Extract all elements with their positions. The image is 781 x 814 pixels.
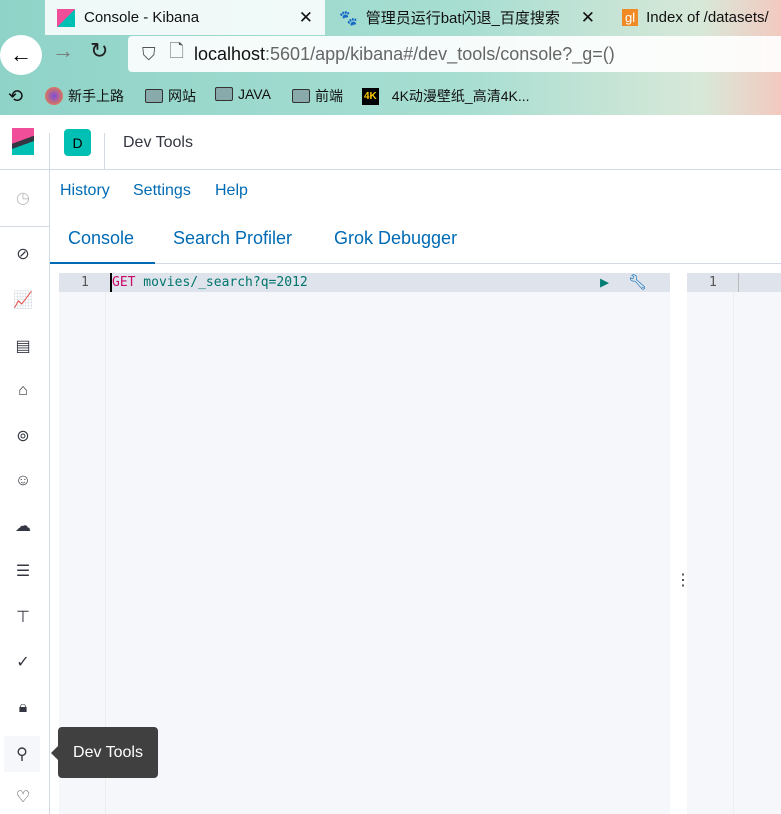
dev-tools-tabs: Console Search Profiler Grok Debugger bbox=[50, 215, 781, 264]
tab-title: Console - Kibana bbox=[84, 9, 200, 26]
dashboard-icon[interactable]: ▤ bbox=[12, 335, 34, 357]
output-gutter bbox=[687, 273, 734, 814]
active-line: 1 GET movies/_search?q=2012 ▶ 🔧︎ bbox=[59, 273, 670, 292]
output-active-line: 1 bbox=[687, 273, 781, 292]
canvas-icon[interactable]: ⌂ bbox=[12, 380, 34, 402]
browser-tab-index[interactable]: gl Index of /datasets/ bbox=[610, 0, 781, 35]
bookmark-label: 新手上路 bbox=[68, 88, 124, 104]
bookmark[interactable]: 新手上路 bbox=[45, 86, 124, 106]
bookmark[interactable]: JAVA bbox=[215, 86, 271, 102]
logs-icon[interactable]: ☰ bbox=[12, 560, 34, 582]
browser-tab-kibana[interactable]: Console - Kibana ✕ bbox=[45, 0, 325, 35]
tab-title: Index of /datasets/ bbox=[646, 9, 769, 26]
request-path: movies/_search?q=2012 bbox=[135, 275, 308, 290]
tab-console[interactable]: Console bbox=[68, 228, 134, 249]
history-icon[interactable]: ⟲ bbox=[8, 86, 23, 107]
dev-tools-wrench-icon[interactable]: ⚲ bbox=[4, 736, 40, 772]
side-nav: ◷ ⊘ 📈 ▤ ⌂ ⊚ ☺ ☁ ☰ ⊤ ✓ 🔒︎ ⚲ ♡ bbox=[0, 170, 50, 814]
bookmark-label: 前端 bbox=[315, 88, 343, 104]
browser-tab-baidu[interactable]: 🐾 管理员运行bat闪退_百度搜索 ✕ bbox=[327, 0, 607, 35]
firefox-icon bbox=[45, 87, 63, 105]
http-method: GET bbox=[112, 275, 136, 290]
wrench-settings-icon[interactable]: 🔧︎ bbox=[628, 273, 647, 292]
bookmark[interactable]: 4K 4K动漫壁纸_高清4K... bbox=[362, 86, 530, 106]
folder-icon bbox=[215, 87, 233, 101]
bookmark[interactable]: 前端 bbox=[292, 86, 343, 106]
line-number: 1 bbox=[81, 275, 89, 290]
maps-icon[interactable]: ⊚ bbox=[12, 425, 34, 447]
request-editor[interactable] bbox=[106, 273, 670, 814]
monitoring-heart-icon[interactable]: ♡ bbox=[12, 786, 34, 808]
4k-icon: 4K bbox=[362, 87, 379, 105]
tab-grok-debugger[interactable]: Grok Debugger bbox=[334, 228, 457, 249]
shield-icon: ⛉ bbox=[142, 43, 156, 64]
address-bar[interactable]: ⛉ 🗋 localhost:5601/app/kibana#/dev_tools… bbox=[128, 36, 781, 72]
bookmark-label: 网站 bbox=[168, 88, 196, 104]
tab-search-profiler[interactable]: Search Profiler bbox=[173, 228, 292, 249]
kibana-header: D Dev Tools bbox=[0, 115, 781, 170]
space-badge[interactable]: D bbox=[64, 129, 91, 156]
response-output bbox=[734, 273, 781, 814]
send-request-play-icon[interactable]: ▶ bbox=[600, 273, 609, 292]
recent-clock-icon[interactable]: ◷ bbox=[12, 187, 34, 209]
kibana-logo[interactable] bbox=[12, 128, 34, 155]
folder-icon bbox=[145, 89, 163, 103]
reload-button[interactable]: ↻ bbox=[90, 38, 108, 64]
kibana-favicon bbox=[57, 8, 75, 27]
gl-favicon: gl bbox=[622, 9, 639, 26]
uptime-icon[interactable]: ✓ bbox=[12, 651, 34, 673]
dev-tools-tooltip: Dev Tools bbox=[51, 727, 158, 778]
breadcrumb-title: Dev Tools bbox=[123, 134, 193, 151]
apm-icon[interactable]: ⊤ bbox=[12, 606, 34, 628]
folder-icon bbox=[292, 89, 310, 103]
ml-icon[interactable]: ☺ bbox=[12, 470, 34, 492]
page-icon: 🗋 bbox=[169, 41, 184, 61]
visualize-icon[interactable]: 📈 bbox=[12, 289, 34, 311]
url-host: localhost bbox=[193, 43, 266, 64]
bookmark[interactable]: 网站 bbox=[145, 86, 196, 106]
history-link[interactable]: History bbox=[60, 182, 110, 200]
help-link[interactable]: Help bbox=[215, 182, 248, 200]
infrastructure-icon[interactable]: ☁ bbox=[12, 515, 34, 537]
forward-button[interactable]: → bbox=[52, 38, 74, 64]
url-path: :5601/app/kibana#/dev_tools/console?_g=(… bbox=[265, 43, 615, 64]
settings-link[interactable]: Settings bbox=[133, 182, 191, 200]
close-tab-icon[interactable]: ✕ bbox=[581, 8, 595, 28]
back-button[interactable]: ← bbox=[0, 35, 42, 75]
baidu-favicon: 🐾 bbox=[339, 9, 358, 27]
line-number: 1 bbox=[709, 275, 717, 290]
tab-title: 管理员运行bat闪退_百度搜索 bbox=[365, 10, 560, 27]
discover-compass-icon[interactable]: ⊘ bbox=[12, 243, 34, 265]
bookmark-label: 4K动漫壁纸_高清4K... bbox=[391, 88, 530, 104]
browser-chrome: Console - Kibana ✕ 🐾 管理员运行bat闪退_百度搜索 ✕ g… bbox=[0, 0, 781, 115]
bookmark-label: JAVA bbox=[238, 86, 271, 102]
siem-lock-icon[interactable]: 🔒︎ bbox=[12, 697, 34, 719]
close-tab-icon[interactable]: ✕ bbox=[299, 8, 313, 28]
